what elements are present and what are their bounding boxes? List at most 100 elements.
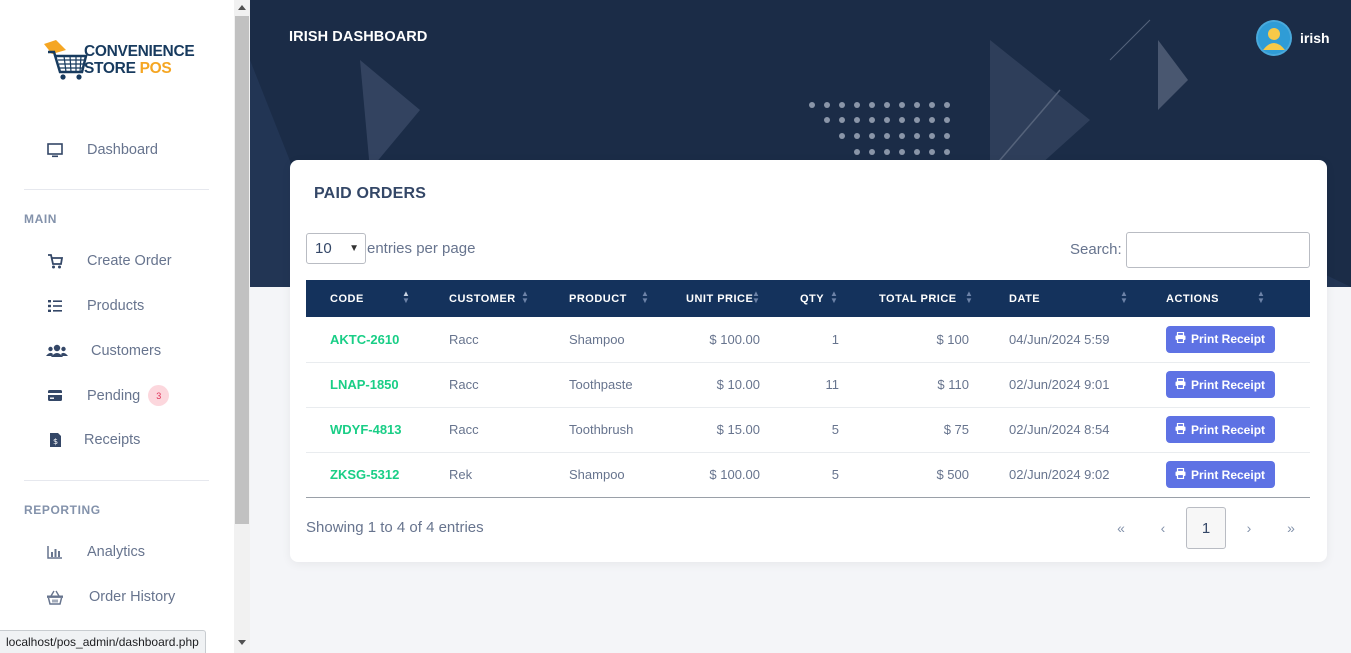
- user-name: irish: [1300, 30, 1330, 46]
- total-price-cell: $ 110: [855, 362, 985, 408]
- table-info: Showing 1 to 4 of 4 entries: [306, 519, 484, 536]
- scrollbar-thumb[interactable]: [235, 16, 249, 524]
- printer-icon: [1175, 467, 1186, 482]
- actions-cell: Print Receipt: [1142, 317, 1310, 363]
- qty-cell: 1: [776, 317, 855, 363]
- last-page-button[interactable]: »: [1270, 520, 1312, 536]
- table-row: ZKSG-5312 Rek Shampoo $ 100.00 5 $ 500 0…: [306, 452, 1310, 498]
- print-receipt-label: Print Receipt: [1191, 467, 1266, 482]
- printer-icon: [1175, 377, 1186, 392]
- customer-cell: Racc: [425, 317, 545, 363]
- sort-icon: ▲ ▼: [965, 289, 974, 305]
- card-icon: [46, 387, 64, 405]
- sort-icon: ▲ ▼: [752, 289, 761, 305]
- user-menu[interactable]: irish: [1256, 20, 1330, 56]
- sidebar-item-label: Receipts: [84, 432, 141, 448]
- unit-price-cell: $ 10.00: [662, 362, 776, 408]
- customer-cell: Racc: [425, 362, 545, 408]
- scroll-up-icon[interactable]: [238, 5, 246, 10]
- sidebar-item-order-history[interactable]: Order History: [46, 588, 175, 606]
- sidebar-scrollbar[interactable]: [234, 0, 250, 653]
- print-receipt-label: Print Receipt: [1191, 332, 1266, 347]
- print-receipt-label: Print Receipt: [1191, 422, 1266, 437]
- customer-cell: Rek: [425, 452, 545, 498]
- print-receipt-label: Print Receipt: [1191, 377, 1266, 392]
- cart-icon: [46, 252, 64, 270]
- print-receipt-button[interactable]: Print Receipt: [1166, 461, 1276, 488]
- qty-cell: 5: [776, 407, 855, 453]
- column-header-actions[interactable]: ACTIONS ▲ ▼: [1142, 280, 1310, 317]
- sidebar-item-products[interactable]: Products: [46, 297, 144, 315]
- sort-icon: ▲ ▼: [402, 289, 411, 305]
- printer-icon: [1175, 332, 1186, 346]
- sidebar-item-pending[interactable]: Pending 3: [46, 385, 170, 406]
- divider: [24, 189, 209, 190]
- column-header-code[interactable]: CODE ▲ ▼: [306, 280, 425, 317]
- browser-status-url: localhost/pos_admin/dashboard.php: [0, 630, 206, 653]
- column-header-total-price[interactable]: TOTAL PRICE ▲ ▼: [855, 280, 985, 317]
- list-icon: [46, 297, 64, 315]
- scroll-down-icon[interactable]: [238, 640, 246, 645]
- sidebar-item-dashboard[interactable]: Dashboard: [46, 141, 158, 159]
- sidebar-item-label: Pending: [87, 387, 141, 404]
- product-cell: Toothbrush: [545, 407, 662, 453]
- page-1-button[interactable]: 1: [1186, 507, 1226, 549]
- column-header-product[interactable]: PRODUCT ▲ ▼: [545, 280, 662, 317]
- chart-icon: [46, 543, 64, 561]
- sidebar-item-label: Products: [87, 298, 145, 314]
- order-code[interactable]: AKTC-2610: [306, 317, 425, 363]
- printer-icon: [1175, 422, 1186, 437]
- sort-icon: ▲ ▼: [830, 289, 839, 305]
- order-code[interactable]: WDYF-4813: [306, 407, 425, 453]
- product-cell: Shampoo: [545, 452, 662, 498]
- divider: [24, 480, 209, 481]
- entries-per-page-select[interactable]: 10 ▼: [306, 233, 366, 264]
- table-row: LNAP-1850 Racc Toothpaste $ 10.00 11 $ 1…: [306, 362, 1310, 408]
- search-label: Search:: [1070, 241, 1122, 258]
- basket-icon: [46, 588, 64, 606]
- svg-text:$: $: [52, 437, 57, 446]
- sidebar-item-label: Order History: [89, 589, 176, 605]
- first-page-button[interactable]: «: [1100, 520, 1142, 536]
- sort-icon: ▲ ▼: [521, 289, 530, 305]
- entries-per-page-label: entries per page: [367, 240, 476, 257]
- qty-cell: 5: [776, 452, 855, 498]
- date-cell: 04/Jun/2024 5:59: [985, 317, 1142, 363]
- users-icon: [46, 342, 68, 360]
- sort-icon: ▲ ▼: [1120, 289, 1129, 305]
- sidebar-item-receipts[interactable]: $ Receipts: [46, 431, 140, 449]
- search-input[interactable]: [1126, 232, 1310, 268]
- print-receipt-button[interactable]: Print Receipt: [1166, 416, 1276, 443]
- table-header-row: CODE ▲ ▼ CUSTOMER ▲ ▼ PRODUCT ▲ ▼ UNIT PRICE ▲ ▼…: [306, 280, 1310, 317]
- unit-price-cell: $ 100.00: [662, 452, 776, 498]
- sidebar: CONVENIENCE STORE POS Dashboard MAIN Cre…: [0, 0, 234, 653]
- table-row: WDYF-4813 Racc Toothbrush $ 15.00 5 $ 75…: [306, 407, 1310, 453]
- section-heading-reporting: REPORTING: [24, 503, 101, 517]
- qty-cell: 11: [776, 362, 855, 408]
- sidebar-item-label: Analytics: [87, 544, 146, 560]
- column-header-customer[interactable]: CUSTOMER ▲ ▼: [425, 280, 545, 317]
- actions-cell: Print Receipt: [1142, 452, 1310, 498]
- avatar[interactable]: [1256, 20, 1292, 56]
- table-row: AKTC-2610 Racc Shampoo $ 100.00 1 $ 100 …: [306, 317, 1310, 363]
- sidebar-item-analytics[interactable]: Analytics: [46, 543, 145, 561]
- column-header-date[interactable]: DATE ▲ ▼: [985, 280, 1142, 317]
- prev-page-button[interactable]: ‹: [1142, 520, 1184, 536]
- next-page-button[interactable]: ›: [1228, 520, 1270, 536]
- actions-cell: Print Receipt: [1142, 407, 1310, 453]
- sidebar-item-label: Customers: [91, 343, 162, 359]
- pending-count-badge: 3: [148, 385, 170, 406]
- chevron-down-icon: ▼: [349, 243, 359, 254]
- column-header-qty[interactable]: QTY ▲ ▼: [776, 280, 855, 317]
- print-receipt-button[interactable]: Print Receipt: [1166, 325, 1276, 353]
- pagination: « ‹ 1 › »: [1100, 507, 1312, 549]
- date-cell: 02/Jun/2024 9:01: [985, 362, 1142, 408]
- column-header-unit-price[interactable]: UNIT PRICE ▲ ▼: [662, 280, 776, 317]
- sidebar-item-create-order[interactable]: Create Order: [46, 252, 172, 270]
- sidebar-item-customers[interactable]: Customers: [46, 342, 161, 360]
- sort-icon: ▲ ▼: [1257, 289, 1266, 305]
- print-receipt-button[interactable]: Print Receipt: [1166, 371, 1276, 398]
- order-code[interactable]: ZKSG-5312: [306, 452, 425, 498]
- order-code[interactable]: LNAP-1850: [306, 362, 425, 408]
- sidebar-item-label: Create Order: [87, 253, 172, 269]
